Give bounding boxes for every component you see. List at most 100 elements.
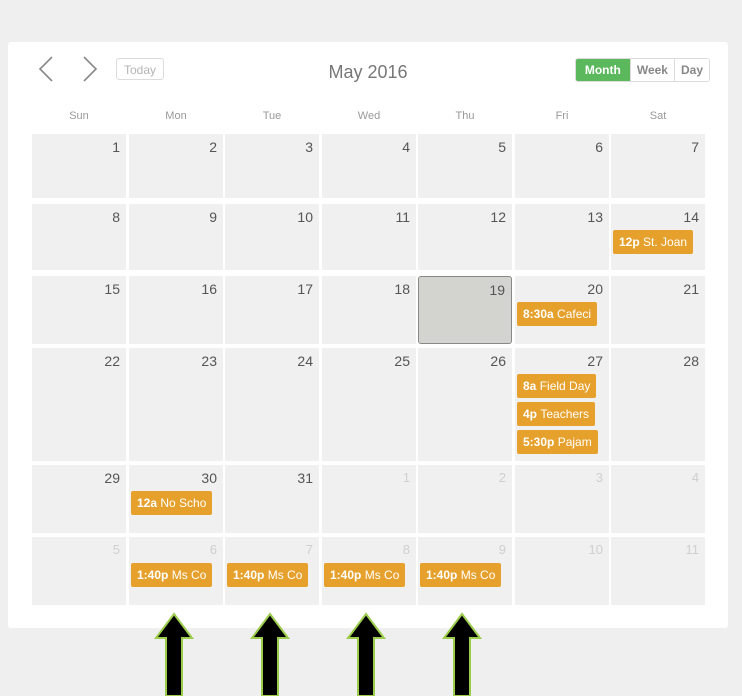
- day-view-button[interactable]: Day: [673, 59, 709, 81]
- day-number: 19: [489, 282, 505, 298]
- day-cell[interactable]: 1: [32, 134, 126, 198]
- week-view-button[interactable]: Week: [629, 59, 674, 81]
- event-title: Ms Co: [171, 568, 207, 582]
- day-number: 30: [201, 470, 217, 486]
- day-number: 4: [402, 139, 410, 155]
- day-cell[interactable]: 1: [322, 465, 416, 533]
- day-number: 4: [691, 470, 699, 485]
- day-number: 28: [683, 353, 699, 369]
- day-number: 17: [297, 281, 313, 297]
- day-cell[interactable]: 3: [225, 134, 319, 198]
- day-number: 16: [201, 281, 217, 297]
- up-arrow-icon: [154, 612, 194, 696]
- day-number: 3: [595, 470, 603, 485]
- weekday-header: Mon: [165, 110, 187, 122]
- day-cell[interactable]: 17: [225, 276, 319, 344]
- event-time: 8a: [523, 379, 537, 393]
- day-cell[interactable]: 30 12a No Scho: [129, 465, 223, 533]
- day-cell[interactable]: 9: [129, 204, 223, 270]
- weekday-header: Sat: [649, 110, 667, 122]
- day-cell[interactable]: 10: [515, 537, 609, 605]
- day-cell[interactable]: 21: [611, 276, 705, 344]
- day-number: 5: [498, 139, 506, 155]
- day-cell[interactable]: 16: [129, 276, 223, 344]
- day-cell[interactable]: 18: [322, 276, 416, 344]
- day-cell[interactable]: 31: [225, 465, 319, 533]
- day-cell[interactable]: 6: [515, 134, 609, 198]
- calendar-event[interactable]: 4p Teachers: [517, 402, 596, 426]
- day-number: 18: [394, 281, 410, 297]
- day-cell[interactable]: 27 8a Field Day 4p Teachers 5:30p Pajam: [515, 348, 609, 461]
- day-cell[interactable]: 23: [129, 348, 223, 461]
- day-cell[interactable]: 5: [418, 134, 512, 198]
- day-number: 10: [297, 209, 313, 225]
- day-number: 8: [402, 542, 410, 557]
- day-number: 7: [691, 139, 699, 155]
- prev-button[interactable]: [34, 54, 58, 84]
- calendar-event[interactable]: 1:40p Ms Co: [324, 563, 406, 587]
- next-button[interactable]: [78, 54, 102, 84]
- up-arrow-icon: [250, 612, 290, 696]
- day-number: 21: [683, 281, 699, 297]
- calendar-event[interactable]: 12a No Scho: [131, 491, 213, 515]
- day-cell[interactable]: 12: [418, 204, 512, 270]
- day-cell[interactable]: 20 8:30a Cafeci: [515, 276, 609, 344]
- day-cell[interactable]: 5: [32, 537, 126, 605]
- event-title: Ms Co: [267, 568, 303, 582]
- day-number: 3: [305, 139, 313, 155]
- calendar-event[interactable]: 5:30p Pajam: [517, 430, 598, 454]
- calendar-event[interactable]: 8a Field Day: [517, 374, 597, 398]
- event-title: Cafeci: [557, 307, 592, 321]
- day-cell-today[interactable]: 19: [418, 276, 512, 344]
- day-cell[interactable]: 8: [32, 204, 126, 270]
- calendar-event[interactable]: 1:40p Ms Co: [227, 563, 309, 587]
- view-switcher: Month Week Day: [574, 58, 710, 82]
- day-cell[interactable]: 2: [418, 465, 512, 533]
- day-cell[interactable]: 11: [611, 537, 705, 605]
- day-cell[interactable]: 29: [32, 465, 126, 533]
- up-arrow-icon: [346, 612, 386, 696]
- day-cell[interactable]: 4: [322, 134, 416, 198]
- day-cell[interactable]: 14 12p St. Joan: [611, 204, 705, 270]
- month-view-button[interactable]: Month: [575, 59, 630, 81]
- calendar: Today May 2016 Month Week Day Sun Mon Tue W…: [8, 42, 728, 628]
- day-cell[interactable]: 15: [32, 276, 126, 344]
- event-time: 1:40p: [137, 568, 169, 582]
- day-cell[interactable]: 3: [515, 465, 609, 533]
- calendar-event[interactable]: 1:40p Ms Co: [420, 563, 502, 587]
- calendar-event[interactable]: 1:40p Ms Co: [131, 563, 213, 587]
- day-number: 26: [490, 353, 506, 369]
- day-cell[interactable]: 25: [322, 348, 416, 461]
- day-number: 20: [587, 281, 603, 297]
- day-cell[interactable]: 9 1:40p Ms Co: [418, 537, 512, 605]
- day-number: 11: [685, 542, 700, 557]
- day-number: 1: [402, 470, 410, 485]
- day-number: 31: [297, 470, 313, 486]
- day-cell[interactable]: 24: [225, 348, 319, 461]
- weekday-header: Sun: [69, 110, 89, 122]
- day-cell[interactable]: 2: [129, 134, 223, 198]
- calendar-event[interactable]: 12p St. Joan: [613, 230, 694, 254]
- today-button[interactable]: Today: [116, 58, 164, 80]
- day-cell[interactable]: 7: [611, 134, 705, 198]
- day-cell[interactable]: 28: [611, 348, 705, 461]
- calendar-event[interactable]: 8:30a Cafeci: [517, 302, 598, 326]
- day-cell[interactable]: 22: [32, 348, 126, 461]
- day-cell[interactable]: 8 1:40p Ms Co: [322, 537, 416, 605]
- day-number: 14: [683, 209, 699, 225]
- day-number: 2: [498, 470, 506, 485]
- day-number: 25: [394, 353, 410, 369]
- day-cell[interactable]: 4: [611, 465, 705, 533]
- day-number: 1: [112, 139, 120, 155]
- day-number: 9: [209, 209, 217, 225]
- day-cell[interactable]: 13: [515, 204, 609, 270]
- day-cell[interactable]: 11: [322, 204, 416, 270]
- day-cell[interactable]: 10: [225, 204, 319, 270]
- day-cell[interactable]: 6 1:40p Ms Co: [129, 537, 223, 605]
- day-cell[interactable]: 7 1:40p Ms Co: [225, 537, 319, 605]
- day-number: 6: [209, 542, 217, 557]
- day-number: 13: [587, 209, 603, 225]
- day-cell[interactable]: 26: [418, 348, 512, 461]
- weekday-header: Tue: [262, 110, 282, 122]
- day-number: 2: [209, 139, 217, 155]
